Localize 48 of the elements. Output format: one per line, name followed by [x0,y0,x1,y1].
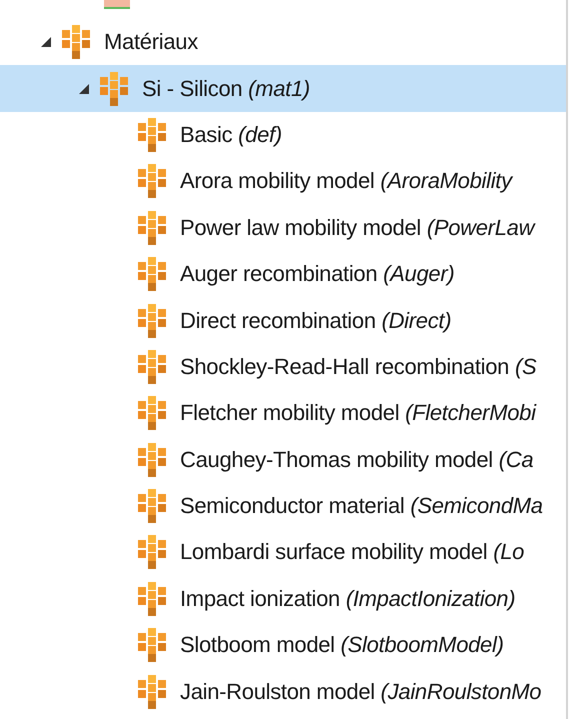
material-icon [138,582,166,616]
material-icon [100,72,128,106]
material-icon [138,674,166,709]
material-icon [138,210,166,245]
tree-item[interactable]: Fletcher mobility model (FletcherMobi [0,390,566,437]
material-icon [62,25,90,60]
tree-item[interactable]: Matériaux [0,19,566,66]
material-icon [138,489,166,524]
tree-item[interactable]: Caughey-Thomas mobility model (Ca [0,436,566,483]
tree-item[interactable]: Jain-Roulston model (JainRoulstonMo [0,668,566,715]
tree-item[interactable]: Lombardi surface mobility model (Lo [0,529,566,576]
item-label: Slotboom model (SlotboomModel) [180,632,504,658]
item-label: Arora mobility model (AroraMobility [180,168,512,194]
item-label: Fletcher mobility model (FletcherMobi [180,400,536,426]
material-icon [138,304,166,338]
item-label: Si - Silicon (mat1) [142,76,310,102]
item-label: Matériaux [104,29,198,56]
tree-item[interactable]: Semiconductor material (SemicondMa [0,482,566,530]
material-icon [138,396,166,430]
item-label: Basic (def) [180,122,282,148]
item-label: Semiconductor material (SemicondMa [180,493,543,520]
material-icon [138,442,166,477]
tree-item[interactable]: Power law mobility model (PowerLaw [0,204,566,251]
material-icon [138,164,166,198]
item-label: Power law mobility model (PowerLaw [180,214,534,241]
material-icon [138,257,166,292]
tree-item[interactable]: Auger recombination (Auger) [0,250,566,298]
item-label: Shockley-Read-Hall recombination (S [180,354,536,380]
partial-icon [104,0,130,9]
material-icon [138,350,166,384]
item-label: Auger recombination (Auger) [180,261,454,288]
tree-item[interactable]: Impact ionization (ImpactIonization) [0,576,566,622]
tree-item[interactable]: Shockley-Read-Hall recombination (S [0,344,566,390]
material-icon [138,628,166,662]
item-label: Impact ionization (ImpactIonization) [180,586,516,612]
item-label: Direct recombination (Direct) [180,308,452,334]
tree-item[interactable]: Basic (def) [0,112,566,158]
tree-item[interactable]: Direct recombination (Direct) [0,297,566,344]
tree-item[interactable]: Arora mobility model (AroraMobility [0,158,566,205]
material-icon [138,118,166,152]
tree-item[interactable]: Slotboom model (SlotboomModel) [0,622,566,668]
tree-item[interactable]: Si - Silicon (mat1) [0,65,566,112]
expanded-arrow-icon[interactable] [40,36,52,48]
expanded-arrow-icon[interactable] [78,82,90,95]
material-icon [138,535,166,570]
item-label: Caughey-Thomas mobility model (Ca [180,446,534,473]
item-label: Jain-Roulston model (JainRoulstonMo [180,678,542,705]
item-label: Lombardi surface mobility model (Lo [180,539,524,566]
